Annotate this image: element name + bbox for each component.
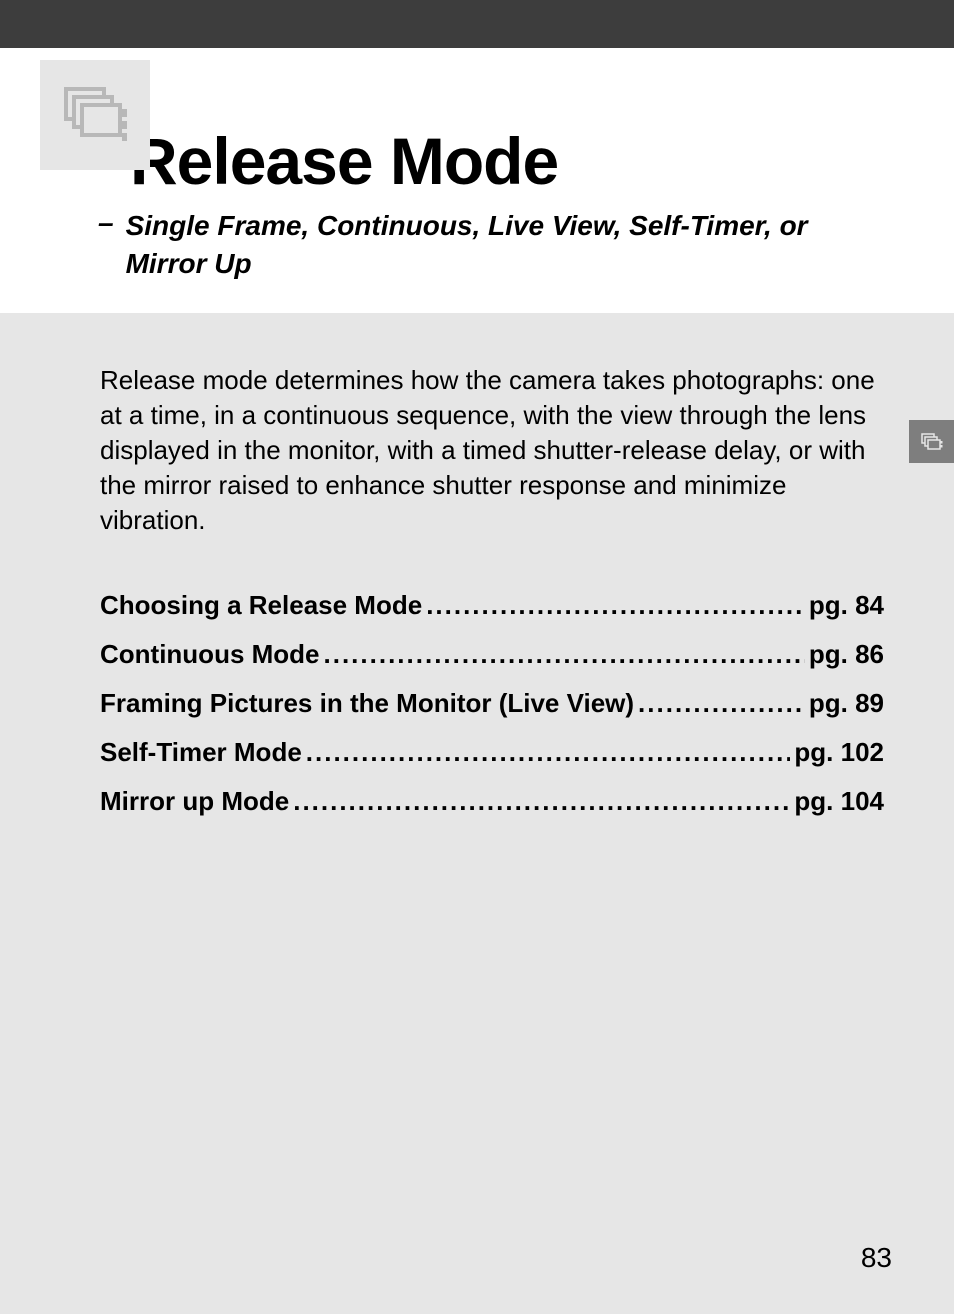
continuous-shooting-small-icon	[921, 433, 943, 451]
chapter-icon-block	[40, 60, 150, 170]
toc-page: pg. 104	[794, 786, 884, 817]
page-number: 83	[861, 1242, 892, 1274]
intro-paragraph: Release mode determines how the camera t…	[100, 363, 884, 538]
toc-title: Self-Timer Mode	[100, 737, 302, 768]
header-section: Release Mode – Single Frame, Continuous,…	[0, 48, 954, 313]
toc-row: Choosing a Release Mode pg. 84	[100, 590, 884, 621]
toc-page: pg. 86	[809, 639, 884, 670]
toc-page: pg. 89	[809, 688, 884, 719]
toc-page: pg. 102	[794, 737, 884, 768]
toc-dots	[293, 786, 790, 817]
toc-row: Self-Timer Mode pg. 102	[100, 737, 884, 768]
toc-page: pg. 84	[809, 590, 884, 621]
subtitle-row: – Single Frame, Continuous, Live View, S…	[98, 207, 954, 283]
section-tab	[909, 420, 954, 463]
top-bar	[0, 0, 954, 48]
page-title: Release Mode	[130, 123, 954, 199]
toc-dots	[426, 590, 805, 621]
toc-row: Continuous Mode pg. 86	[100, 639, 884, 670]
table-of-contents: Choosing a Release Mode pg. 84 Continuou…	[100, 590, 884, 817]
toc-title: Choosing a Release Mode	[100, 590, 422, 621]
toc-row: Mirror up Mode pg. 104	[100, 786, 884, 817]
subtitle: Single Frame, Continuous, Live View, Sel…	[126, 207, 894, 283]
toc-title: Framing Pictures in the Monitor (Live Vi…	[100, 688, 634, 719]
toc-title: Continuous Mode	[100, 639, 320, 670]
continuous-shooting-icon	[60, 85, 130, 145]
body-content: Release mode determines how the camera t…	[0, 313, 954, 817]
toc-row: Framing Pictures in the Monitor (Live Vi…	[100, 688, 884, 719]
subtitle-dash: –	[98, 207, 114, 283]
toc-dots	[638, 688, 805, 719]
toc-dots	[306, 737, 791, 768]
toc-title: Mirror up Mode	[100, 786, 289, 817]
toc-dots	[324, 639, 805, 670]
